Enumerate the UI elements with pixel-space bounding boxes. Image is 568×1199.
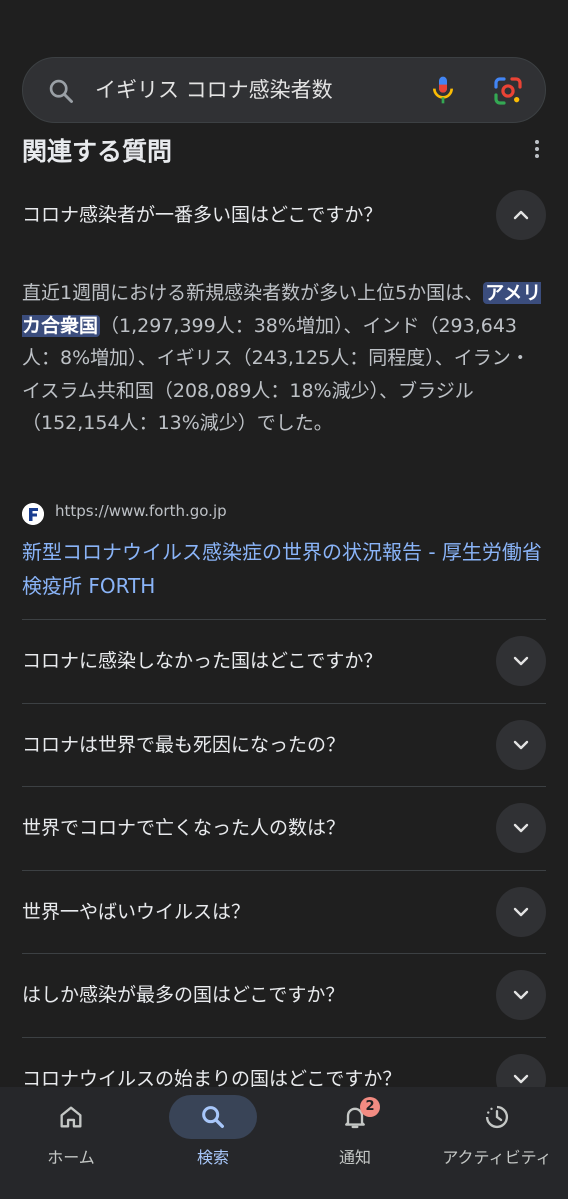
- expand-button[interactable]: [496, 970, 546, 1020]
- question-text: コロナは世界で最も死因になったの？: [22, 734, 346, 756]
- question-text: 世界一やばいウイルスは？: [22, 901, 251, 923]
- chevron-down-icon: [513, 656, 529, 666]
- nav-notifications[interactable]: 2 通知: [284, 1087, 426, 1199]
- expand-button[interactable]: [496, 803, 546, 853]
- bottom-navigation: ホーム 検索 2 通知 アクティビティ: [0, 1087, 568, 1199]
- answer-text: 直近1週間における新規感染者数が多い上位5か国は、 アメリカ合衆国 （1,297,3…: [22, 277, 548, 440]
- nav-home[interactable]: ホーム: [0, 1087, 142, 1199]
- question-text: 世界でコロナで亡くなった人の数は？: [22, 817, 346, 839]
- question-item[interactable]: はしか感染が最多の国はどこですか？: [22, 954, 546, 1036]
- question-text: はしか感染が最多の国はどこですか？: [22, 984, 345, 1006]
- collapse-button[interactable]: [496, 190, 546, 240]
- microphone-icon[interactable]: [427, 74, 459, 106]
- google-lens-icon[interactable]: [491, 75, 525, 107]
- forth-logo-icon: [22, 503, 44, 525]
- activity-history-icon: [485, 1105, 509, 1129]
- source-url[interactable]: https://www.forth.go.jp: [55, 502, 227, 520]
- more-options-icon[interactable]: [528, 138, 546, 160]
- expand-button[interactable]: [496, 720, 546, 770]
- question-text: コロナ感染者が一番多い国はどこですか？: [22, 204, 383, 226]
- nav-notifications-label: 通知: [338, 1148, 371, 1167]
- nav-activity[interactable]: アクティビティ: [426, 1087, 568, 1199]
- answer-before: 直近1週間における新規感染者数が多い上位5か国は、: [22, 282, 484, 304]
- nav-search[interactable]: 検索: [142, 1087, 284, 1199]
- question-text: コロナに感染しなかった国はどこですか？: [22, 650, 383, 672]
- question-item[interactable]: コロナに感染しなかった国はどこですか？: [22, 620, 546, 702]
- question-item[interactable]: 世界でコロナで亡くなった人の数は？: [22, 787, 546, 869]
- nav-activity-label: アクティビティ: [442, 1148, 552, 1167]
- nav-search-label: 検索: [196, 1148, 229, 1167]
- chevron-up-icon: [513, 210, 529, 220]
- chevron-down-icon: [513, 990, 529, 1000]
- expand-button[interactable]: [496, 636, 546, 686]
- search-bar[interactable]: イギリス コロナ感染者数: [22, 57, 546, 123]
- nav-home-label: ホーム: [47, 1148, 95, 1167]
- chevron-down-icon: [513, 823, 529, 833]
- notification-badge: 2: [360, 1097, 380, 1117]
- chevron-down-icon: [513, 740, 529, 750]
- section-title: 関連する質問: [22, 137, 173, 166]
- home-icon: [60, 1106, 82, 1128]
- search-input[interactable]: イギリス コロナ感染者数: [95, 58, 333, 122]
- question-item[interactable]: 世界一やばいウイルスは？: [22, 871, 546, 953]
- source-link[interactable]: 新型コロナウイルス感染症の世界の状況報告 - 厚生労働省検疫所 FORTH: [22, 535, 542, 603]
- search-icon: [202, 1106, 224, 1128]
- chevron-down-icon: [513, 907, 529, 917]
- question-item[interactable]: コロナは世界で最も死因になったの？: [22, 704, 546, 786]
- search-icon[interactable]: [47, 77, 75, 105]
- expand-button[interactable]: [496, 887, 546, 937]
- question-expanded[interactable]: コロナ感染者が一番多い国はどこですか？: [22, 174, 546, 256]
